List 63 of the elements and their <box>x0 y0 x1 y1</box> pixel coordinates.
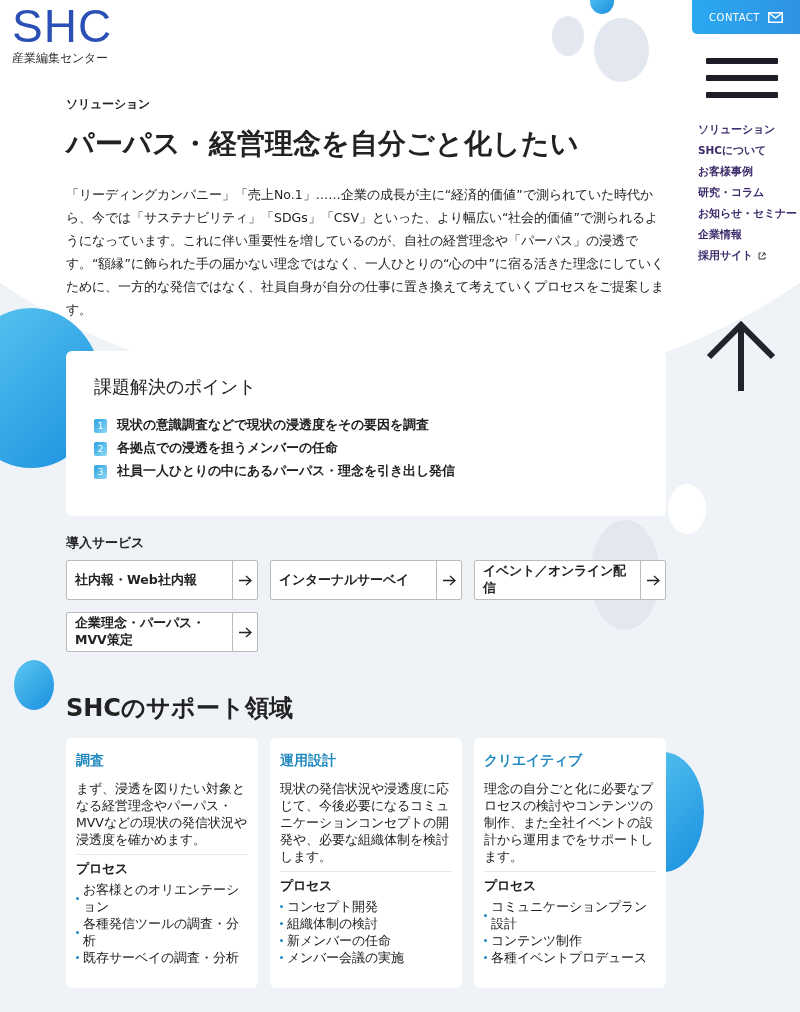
point-text: 社員一人ひとりの中にあるパーパス・理念を引き出し発信 <box>117 463 455 480</box>
arrow-right-icon <box>442 574 456 586</box>
process-item: コンセプト開発 <box>287 898 378 915</box>
card-description: 理念の自分ごと化に必要なプロセスの検討やコンテンツの制作、また全社イベントの設計から運用までをサポートします。 <box>484 780 656 872</box>
card-title: 運用設計 <box>280 752 337 770</box>
process-item: 新メンバーの任命 <box>287 932 391 949</box>
bullet-icon <box>280 905 283 908</box>
bullet-icon <box>76 896 79 900</box>
process-label: プロセス <box>76 861 129 878</box>
process-item: 各種イベントプロデュース <box>491 949 647 966</box>
card-title: 調査 <box>76 752 105 770</box>
decorative-blob <box>14 660 54 710</box>
nav-link[interactable]: 企業情報 <box>698 228 797 242</box>
bullet-icon <box>280 922 283 925</box>
menu-icon <box>706 58 778 98</box>
point-text: 現状の意識調査などで現状の浸透度をその要因を調査 <box>117 417 429 434</box>
process-label: プロセス <box>484 878 537 895</box>
logo-subtitle: 産業編集センター <box>12 50 109 67</box>
points-title: 課題解決のポイント <box>94 375 257 399</box>
nav-link[interactable]: SHCについて <box>698 144 797 158</box>
process-item: 各種発信ツールの調査・分析 <box>83 915 240 949</box>
number-badge: 1 <box>94 418 107 433</box>
arrow-right-icon <box>646 574 660 586</box>
bullet-icon <box>484 913 487 917</box>
nav-link[interactable]: お客様事例 <box>698 165 797 179</box>
mail-icon <box>767 11 783 23</box>
arrow-right-icon <box>238 626 252 638</box>
category-label: ソリューション <box>66 96 151 113</box>
arrow-right-icon <box>238 574 252 586</box>
service-link-button[interactable]: 企業理念・パーパス・MVV策定 <box>66 612 258 652</box>
intro-paragraph: 「リーディングカンパニー」「売上No.1」……企業の成長が主に“経済的価値”で測られていた時代から、今では「サステナビリティ」「SDGs」「CSV」といった、より幅広い“社会的価値”で測られるようになっています。これに伴い重要性を増しているのが、自社の経営理念や「パーパス」の浸透です。“額縁”に飾られた手の届かない理念ではなく、一人ひとりの“心の中”に宿る活きた理念にしていくために、一方的な発信ではなく、社員自身が自分の仕事に置き換えて考えていくプロセスをご提案します。 <box>66 186 665 319</box>
number-badge: 3 <box>94 464 107 479</box>
services-heading: 導入サービス <box>66 534 145 552</box>
card-description: まず、浸透を図りたい対象となる経営理念やパーパス・MVVなどの現状の発信状況や浸透度を確かめます。 <box>76 780 248 855</box>
bullet-icon <box>280 956 283 959</box>
card-title: クリエイティブ <box>484 752 584 770</box>
process-item: お客様とのオリエンテーション <box>83 881 240 915</box>
nav-link[interactable]: お知らせ・セミナー <box>698 207 797 221</box>
process-label: プロセス <box>280 878 333 895</box>
card-description: 現状の発信状況や浸透度に応じて、今後必要になるコミュニケーションコンセプトの開発や、必要な組織体制を検討します。 <box>280 780 452 872</box>
bullet-icon <box>76 930 79 934</box>
arrow-up-icon[interactable] <box>706 321 776 393</box>
logo-wordmark[interactable]: SHC <box>12 6 113 46</box>
process-item: コミュニケーションプラン設計 <box>491 898 648 932</box>
service-link-button[interactable]: イベント／オンライン配信 <box>474 560 666 600</box>
bullet-icon <box>484 939 487 942</box>
service-link-button[interactable]: インターナルサーベイ <box>270 560 462 600</box>
point-text: 各拠点での浸透を担うメンバーの任命 <box>117 440 338 457</box>
service-link-button[interactable]: 社内報・Web社内報 <box>66 560 258 600</box>
support-heading: SHCのサポート領域 <box>66 693 294 724</box>
process-item: 既存サーベイの調査・分析 <box>83 949 239 966</box>
bullet-icon <box>280 939 283 942</box>
nav-link[interactable]: 採用サイト <box>698 249 797 263</box>
page-title: パーパス・経営理念を自分ごと化したい <box>66 126 580 162</box>
number-badge: 2 <box>94 441 107 456</box>
nav-link[interactable]: ソリューション <box>698 123 797 137</box>
nav-link[interactable]: 研究・コラム <box>698 186 797 200</box>
menu-button[interactable] <box>706 58 778 101</box>
process-item: コンテンツ制作 <box>491 932 582 949</box>
bullet-icon <box>76 956 79 959</box>
process-item: 組織体制の検討 <box>287 915 378 932</box>
process-item: メンバー会議の実施 <box>287 949 404 966</box>
bullet-icon <box>484 956 487 959</box>
